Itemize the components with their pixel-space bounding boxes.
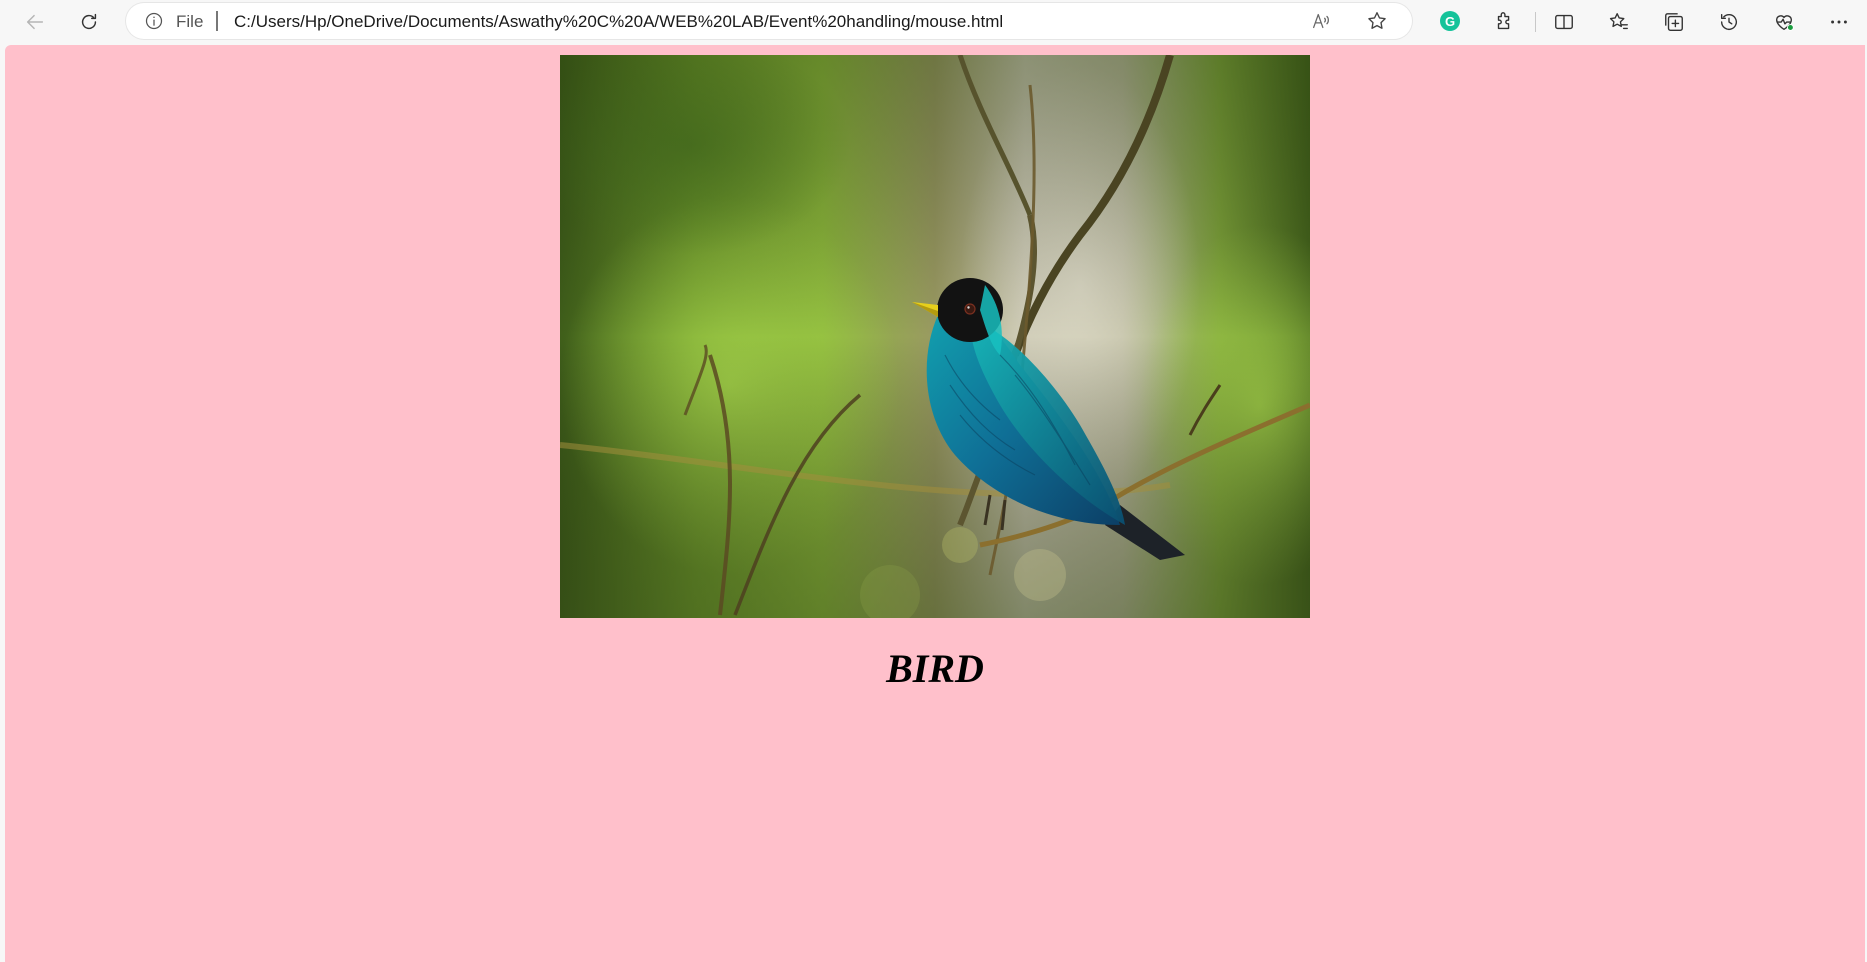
page-viewport: BIRD [5,45,1865,962]
heart-pulse-icon [1775,15,1794,31]
browser-toolbar: File C:/Users/Hp/OneDrive/Documents/Aswa… [0,0,1867,44]
toolbar-divider [1535,12,1536,32]
refresh-icon [81,13,97,30]
favorite-star-icon[interactable] [1366,10,1388,32]
grammarly-extension-icon[interactable]: G [1440,11,1460,31]
split-screen-button[interactable] [1547,5,1581,39]
favorites-button[interactable] [1602,5,1636,39]
history-button[interactable] [1712,5,1746,39]
read-aloud-icon[interactable] [1310,10,1332,32]
settings-more-button[interactable] [1822,5,1856,39]
protocol-label: File [176,12,204,31]
favorites-star-list-icon [1609,13,1628,30]
collections-button[interactable] [1657,5,1691,39]
history-clock-icon [1720,13,1737,31]
extensions-button[interactable] [1487,5,1521,39]
bird-photo-illustration [560,55,1310,618]
more-dots-icon [1831,20,1847,24]
url-text[interactable]: C:/Users/Hp/OneDrive/Documents/Aswathy%2… [234,12,1003,32]
info-icon[interactable] [144,11,164,31]
back-arrow-icon [26,14,44,30]
address-bar[interactable]: File C:/Users/Hp/OneDrive/Documents/Aswa… [126,3,1412,39]
collections-icon [1665,13,1683,31]
page-heading: BIRD [886,646,984,691]
refresh-button[interactable] [72,5,106,39]
browser-essentials-button[interactable] [1767,5,1801,39]
puzzle-icon [1497,12,1510,30]
back-button[interactable] [18,5,52,39]
address-separator [216,11,218,31]
bird-image[interactable] [560,55,1310,618]
split-screen-icon [1555,14,1573,30]
